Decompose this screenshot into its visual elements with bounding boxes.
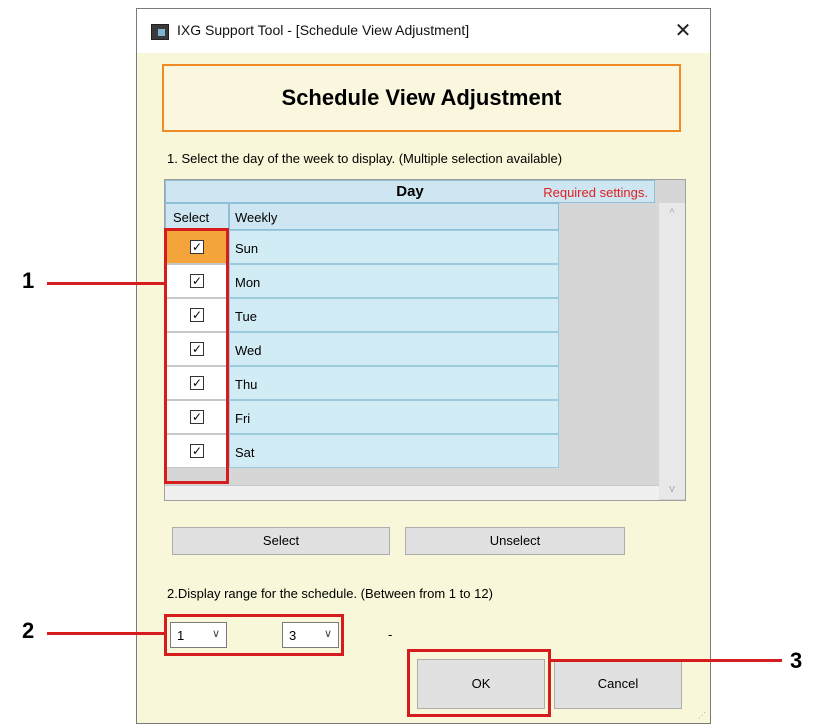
- step2-instruction: 2.Display range for the schedule. (Betwe…: [167, 586, 493, 601]
- annotation-line-3: [551, 659, 782, 662]
- callout-3: 3: [790, 648, 803, 673]
- day-cell: Wed: [229, 332, 559, 366]
- day-cell: Mon: [229, 264, 559, 298]
- title-bar: IXG Support Tool - [Schedule View Adjust…: [137, 9, 710, 53]
- select-column-header: Select: [165, 203, 229, 230]
- unselect-button[interactable]: Unselect: [405, 527, 625, 555]
- window-title: IXG Support Tool - [Schedule View Adjust…: [177, 22, 470, 38]
- annotation-box-2: [164, 614, 344, 656]
- header-panel: Schedule View Adjustment: [162, 64, 681, 132]
- day-cell: Tue: [229, 298, 559, 332]
- day-cell: Sat: [229, 434, 559, 468]
- select-button[interactable]: Select: [172, 527, 390, 555]
- day-cell: Fri: [229, 400, 559, 434]
- required-note: Required settings.: [543, 185, 648, 200]
- cancel-button[interactable]: Cancel: [554, 659, 682, 709]
- day-table: Day Required settings. Select Weekly ✓ S…: [164, 179, 686, 501]
- horizontal-scrollbar[interactable]: [165, 485, 659, 500]
- annotation-line-1: [47, 282, 164, 285]
- day-cell: Thu: [229, 366, 559, 400]
- page-title: Schedule View Adjustment: [281, 85, 562, 110]
- annotation-box-1: [164, 228, 229, 484]
- callout-2: 2: [22, 618, 35, 643]
- vertical-scrollbar[interactable]: ^ v: [659, 203, 685, 499]
- scroll-down-icon[interactable]: v: [659, 479, 685, 499]
- app-icon: [151, 24, 169, 40]
- resize-grip-icon[interactable]: ⋰: [698, 711, 708, 721]
- annotation-line-2: [47, 632, 164, 635]
- scroll-up-icon[interactable]: ^: [659, 203, 685, 223]
- step1-instruction: 1. Select the day of the week to display…: [167, 151, 563, 166]
- annotation-box-3: [407, 649, 551, 717]
- range-separator: -: [388, 627, 393, 642]
- day-group-header: Day Required settings.: [165, 180, 655, 203]
- callout-1: 1: [22, 268, 35, 293]
- day-cell: Sun: [229, 230, 559, 264]
- weekly-column-header: Weekly: [229, 203, 559, 230]
- close-icon[interactable]: ✕: [668, 17, 698, 45]
